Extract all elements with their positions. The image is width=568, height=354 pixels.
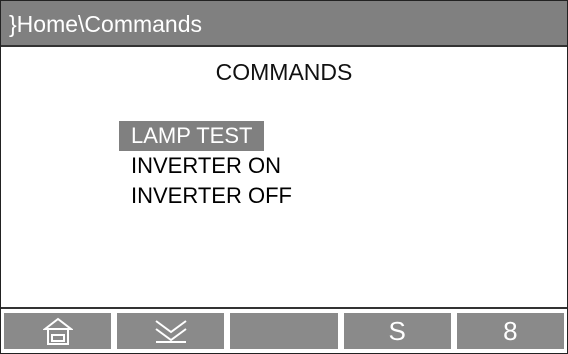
breadcrumb: }Home\Commands <box>1 1 567 47</box>
softkey-8-button[interactable]: 8 <box>456 313 565 349</box>
double-chevron-down-icon <box>155 320 187 343</box>
s-softkey-button[interactable]: S <box>343 313 451 349</box>
page-title: COMMANDS <box>215 59 353 85</box>
hmi-screen: }Home\Commands COMMANDS LAMP TEST INVERT… <box>0 0 568 354</box>
softkey-bar: S 8 <box>1 307 567 353</box>
menu-item-inverter-off[interactable]: INVERTER OFF <box>119 181 304 211</box>
home-button[interactable] <box>4 313 112 349</box>
menu-item-inverter-on[interactable]: INVERTER ON <box>119 151 304 181</box>
menu-item-lamp-test[interactable]: LAMP TEST <box>119 121 265 151</box>
scroll-down-button[interactable] <box>117 313 225 349</box>
home-icon <box>42 317 73 345</box>
blank-softkey-button[interactable] <box>230 313 338 349</box>
commands-menu: LAMP TEST INVERTER ON INVERTER OFF <box>119 121 304 211</box>
